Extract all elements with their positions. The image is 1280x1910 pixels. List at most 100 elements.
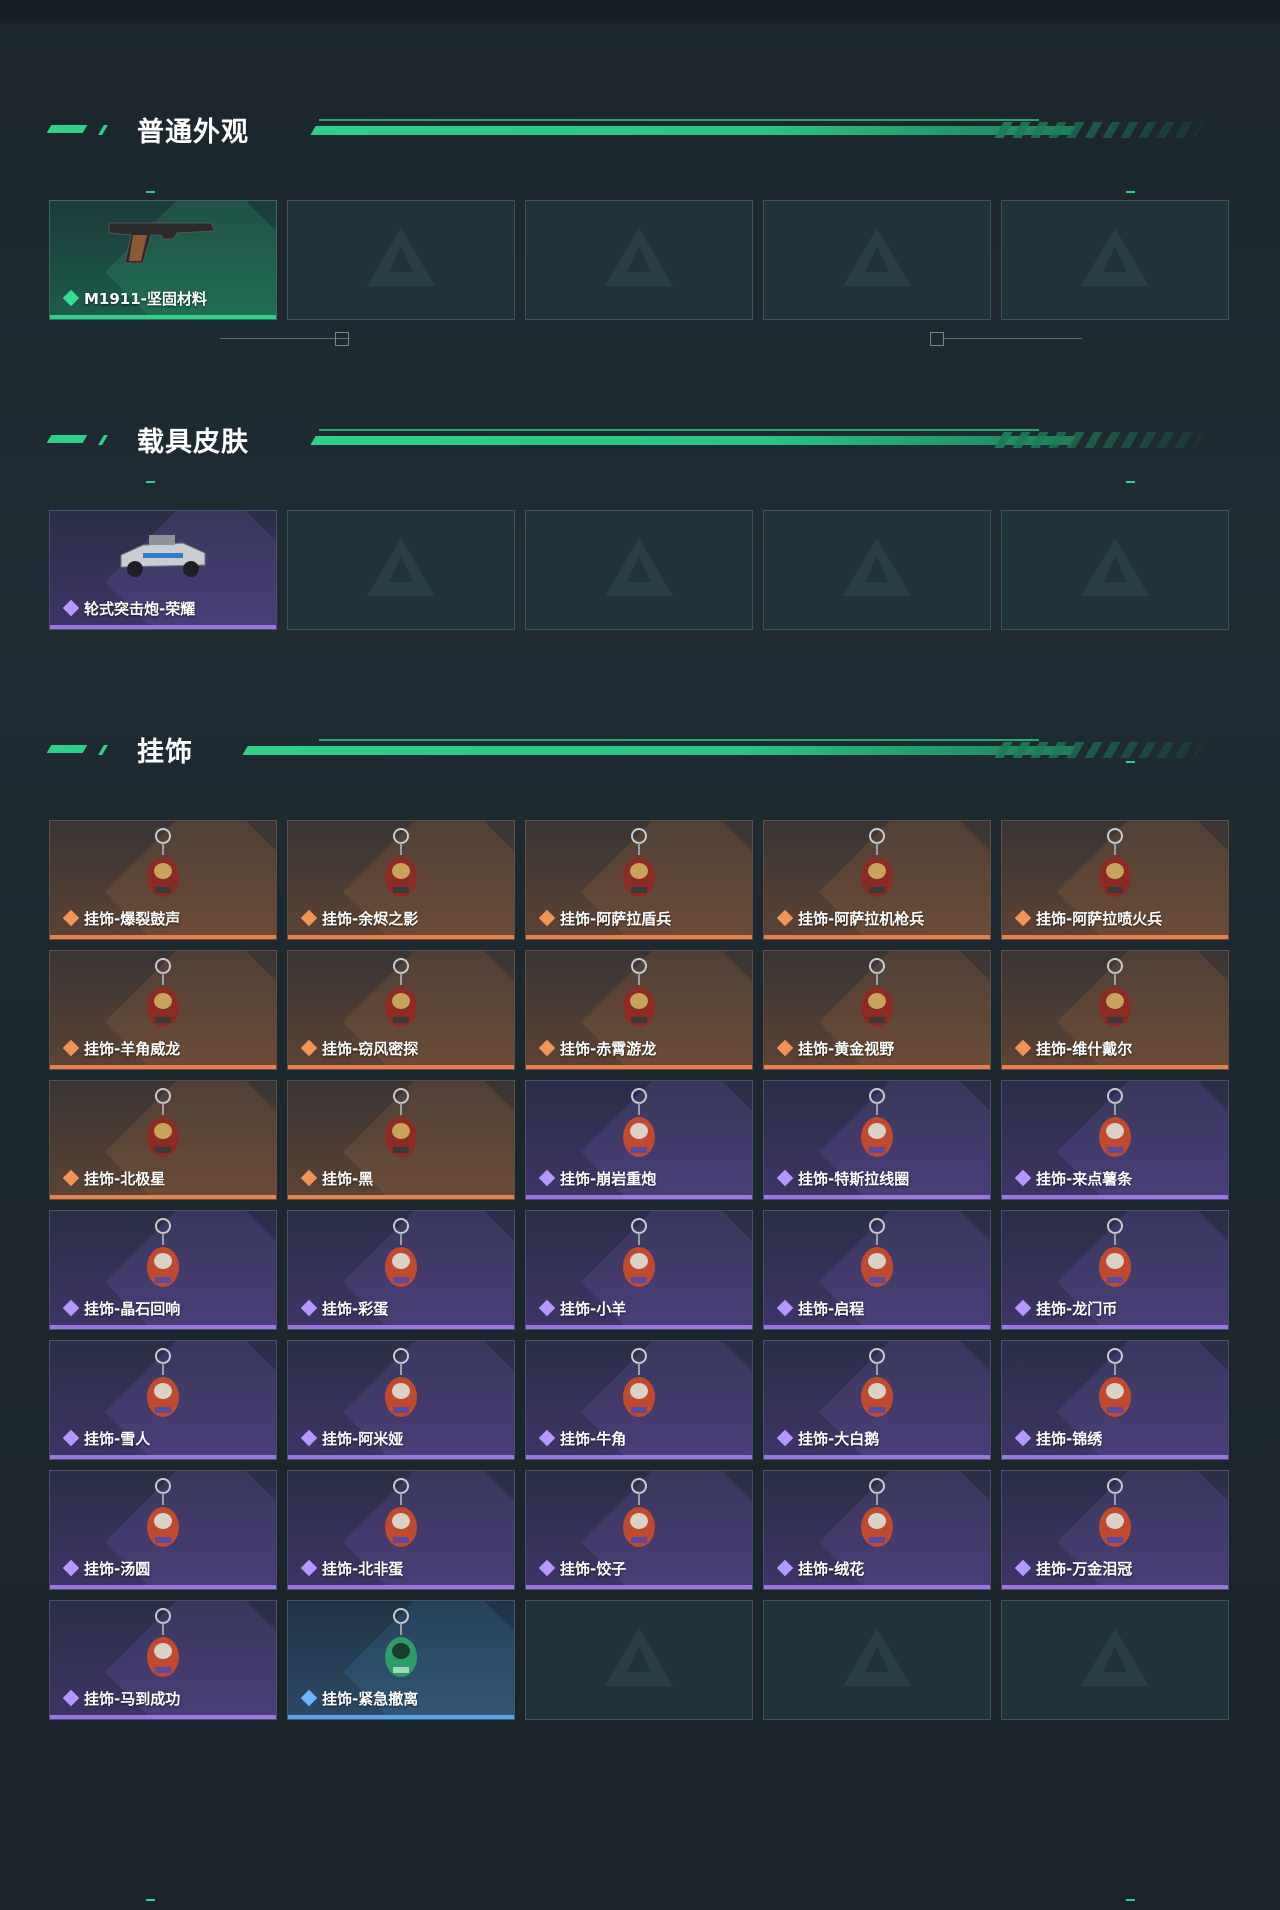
placeholder-logo-icon	[843, 228, 911, 287]
item-card[interactable]: 挂饰-黄金视野	[763, 950, 991, 1070]
item-card[interactable]: 挂饰-维什戴尔	[1001, 950, 1229, 1070]
rarity-icon	[300, 1169, 318, 1187]
item-label: M1911-坚固材料	[84, 290, 207, 308]
item-card[interactable]: 挂饰-阿萨拉盾兵	[525, 820, 753, 940]
item-card[interactable]: 挂饰-雪人	[49, 1340, 277, 1460]
rarity-strip	[288, 1715, 514, 1719]
header-accent-slash	[98, 745, 108, 755]
charm-icon	[1085, 957, 1145, 1041]
item-card[interactable]: 挂饰-阿萨拉机枪兵	[763, 820, 991, 940]
rarity-icon	[300, 909, 318, 927]
item-label: 挂饰-特斯拉线圈	[798, 1170, 910, 1188]
rarity-strip	[1002, 1195, 1228, 1199]
charm-icon	[133, 827, 193, 911]
item-card[interactable]: 挂饰-余烬之影	[287, 820, 515, 940]
scale-line	[942, 338, 1082, 339]
rarity-icon	[776, 1169, 794, 1187]
placeholder-logo-icon	[605, 228, 673, 287]
rarity-strip	[764, 1325, 990, 1329]
item-label: 挂饰-万金泪冠	[1036, 1560, 1133, 1578]
item-card[interactable]: 挂饰-大白鹅	[763, 1340, 991, 1460]
item-label: 挂饰-余烬之影	[322, 910, 419, 928]
item-card[interactable]: 挂饰-彩蛋	[287, 1210, 515, 1330]
item-card[interactable]: 挂饰-晶石回响	[49, 1210, 277, 1330]
empty-slot	[525, 1600, 753, 1720]
rarity-strip	[764, 935, 990, 939]
item-card[interactable]: 挂饰-黑	[287, 1080, 515, 1200]
item-card[interactable]: 轮式突击炮-荣耀	[49, 510, 277, 630]
rarity-strip	[50, 1195, 276, 1199]
item-card[interactable]: 挂饰-龙门币	[1001, 1210, 1229, 1330]
item-card[interactable]: 挂饰-万金泪冠	[1001, 1470, 1229, 1590]
charm-icon	[1085, 827, 1145, 911]
header-thin-line	[319, 739, 1039, 741]
charm-icon	[133, 1477, 193, 1561]
charm-icon	[133, 1087, 193, 1171]
placeholder-logo-icon	[367, 538, 435, 597]
rarity-icon	[300, 1039, 318, 1057]
header-accent-slash	[98, 125, 108, 135]
item-label: 挂饰-阿萨拉机枪兵	[798, 910, 925, 928]
item-card[interactable]: M1911-坚固材料	[49, 200, 277, 320]
rarity-icon	[62, 1169, 80, 1187]
rarity-strip	[288, 1065, 514, 1069]
top-band	[0, 0, 1280, 20]
vehicle-grid: 轮式突击炮-荣耀	[49, 510, 1229, 630]
rarity-icon	[62, 1039, 80, 1057]
item-card[interactable]: 挂饰-阿米娅	[287, 1340, 515, 1460]
section-header-appearance: 普通外观	[46, 108, 1209, 148]
rarity-icon	[1014, 1039, 1032, 1057]
item-card[interactable]: 挂饰-赤霄游龙	[525, 950, 753, 1070]
charm-icon	[133, 1217, 193, 1301]
item-card[interactable]: 挂饰-马到成功	[49, 1600, 277, 1720]
item-card[interactable]: 挂饰-启程	[763, 1210, 991, 1330]
item-card[interactable]: 挂饰-崩岩重炮	[525, 1080, 753, 1200]
rarity-icon	[300, 1689, 318, 1707]
rarity-icon	[538, 1429, 556, 1447]
corner-tick	[1126, 481, 1135, 483]
header-checker-pattern	[994, 742, 1204, 758]
rarity-icon	[776, 909, 794, 927]
item-card[interactable]: 挂饰-来点薯条	[1001, 1080, 1229, 1200]
rarity-strip	[526, 935, 752, 939]
section-header-charms: 挂饰	[46, 728, 1209, 768]
rarity-strip	[288, 1195, 514, 1199]
section-title-appearance: 普通外观	[137, 117, 249, 148]
rarity-icon	[538, 1299, 556, 1317]
empty-slot	[763, 200, 991, 320]
item-label: 挂饰-北非蛋	[322, 1560, 404, 1578]
item-card[interactable]: 挂饰-北极星	[49, 1080, 277, 1200]
empty-slot	[1001, 510, 1229, 630]
item-card[interactable]: 挂饰-绒花	[763, 1470, 991, 1590]
rarity-icon	[538, 909, 556, 927]
rarity-strip	[764, 1195, 990, 1199]
rarity-strip	[50, 1065, 276, 1069]
rarity-strip	[764, 1585, 990, 1589]
placeholder-logo-icon	[1081, 228, 1149, 287]
item-card[interactable]: 挂饰-锦绣	[1001, 1340, 1229, 1460]
charm-icon	[609, 957, 669, 1041]
rarity-strip	[764, 1455, 990, 1459]
item-label: 挂饰-大白鹅	[798, 1430, 880, 1448]
charm-icon	[1085, 1087, 1145, 1171]
item-card[interactable]: 挂饰-窃风密探	[287, 950, 515, 1070]
item-label: 挂饰-阿萨拉喷火兵	[1036, 910, 1163, 928]
item-label: 挂饰-牛角	[560, 1430, 627, 1448]
item-label: 挂饰-北极星	[84, 1170, 166, 1188]
rarity-icon	[776, 1559, 794, 1577]
item-card[interactable]: 挂饰-饺子	[525, 1470, 753, 1590]
item-card[interactable]: 挂饰-小羊	[525, 1210, 753, 1330]
charm-icon	[847, 827, 907, 911]
item-card[interactable]: 挂饰-北非蛋	[287, 1470, 515, 1590]
item-card[interactable]: 挂饰-紧急撤离	[287, 1600, 515, 1720]
item-card[interactable]: 挂饰-汤圆	[49, 1470, 277, 1590]
placeholder-logo-icon	[367, 228, 435, 287]
item-card[interactable]: 挂饰-牛角	[525, 1340, 753, 1460]
item-card[interactable]: 挂饰-特斯拉线圈	[763, 1080, 991, 1200]
charm-icon	[371, 1607, 431, 1691]
item-card[interactable]: 挂饰-羊角威龙	[49, 950, 277, 1070]
item-label: 挂饰-羊角威龙	[84, 1040, 181, 1058]
rarity-strip	[1002, 1065, 1228, 1069]
item-card[interactable]: 挂饰-爆裂鼓声	[49, 820, 277, 940]
item-card[interactable]: 挂饰-阿萨拉喷火兵	[1001, 820, 1229, 940]
